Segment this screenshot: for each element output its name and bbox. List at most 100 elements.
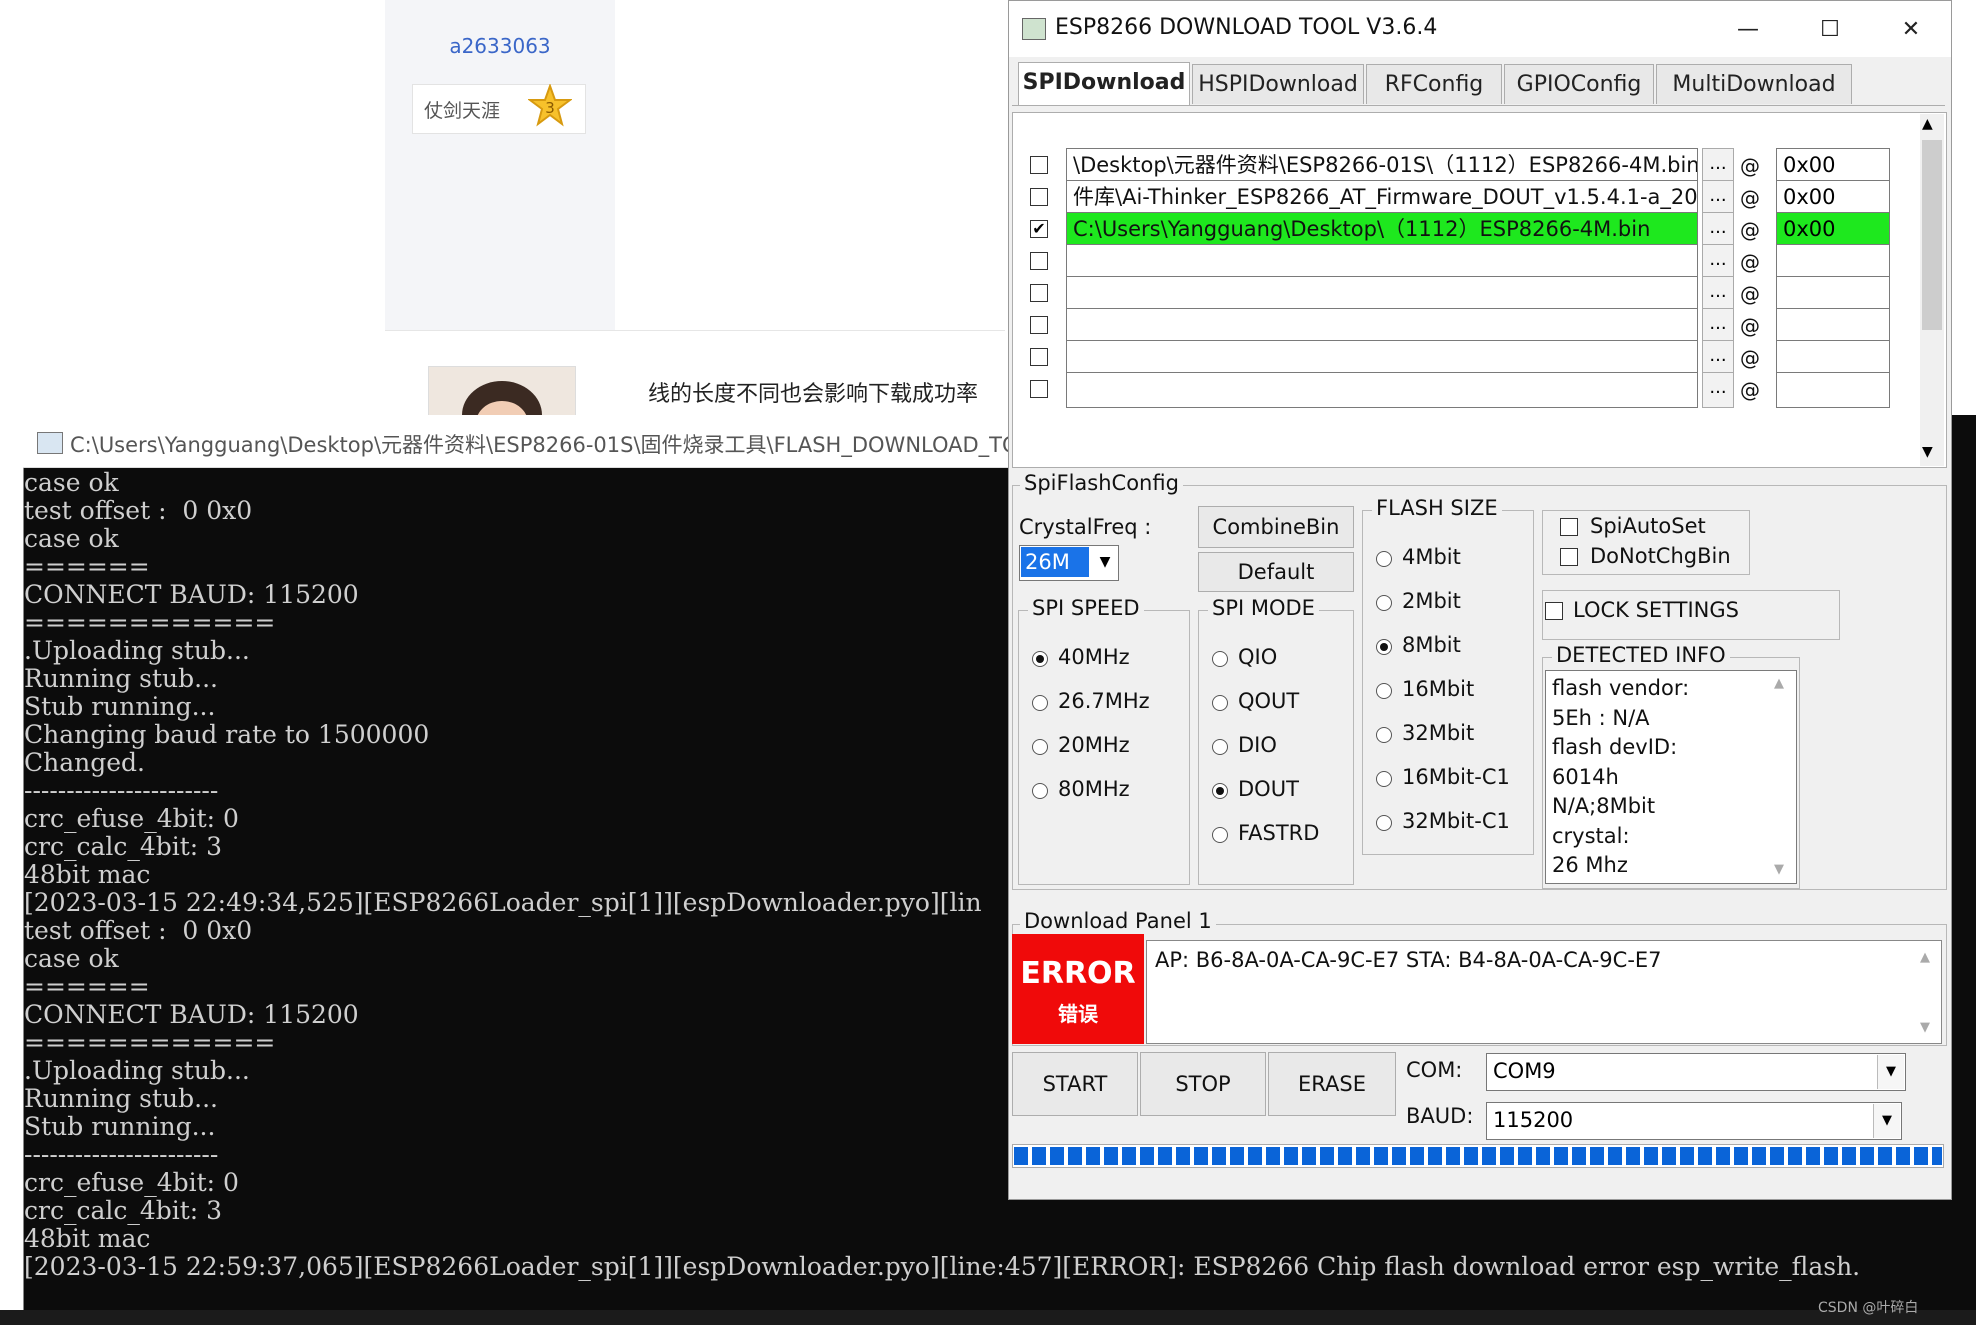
erase-button[interactable]: ERASE [1268,1052,1396,1116]
spi-speed-option-label: 20MHz [1058,733,1130,757]
browse-file-button[interactable]: ... [1702,372,1734,408]
flash-size-option-label: 32Mbit [1402,721,1475,745]
maximize-button[interactable]: ☐ [1805,10,1855,50]
tab-gpioconfig[interactable]: GPIOConfig [1504,64,1654,104]
browse-file-button[interactable]: ... [1702,340,1734,376]
start-button[interactable]: START [1012,1052,1138,1116]
flash-size-radio[interactable] [1376,727,1392,743]
tab-spidownload[interactable]: SPIDownload [1018,62,1190,106]
spi-speed-radio[interactable] [1032,783,1048,799]
file-enable-checkbox[interactable] [1030,316,1048,334]
file-path-input[interactable] [1066,372,1698,408]
scroll-up-icon[interactable]: ▲ [1774,676,1784,691]
scroll-down-icon[interactable]: ▼ [1774,862,1784,877]
tab-rfconfig[interactable]: RFConfig [1366,64,1502,104]
stop-button[interactable]: STOP [1140,1052,1266,1116]
tab-strip-border [1012,105,1945,106]
tab-multidownload[interactable]: MultiDownload [1656,64,1852,104]
minimize-button[interactable]: — [1723,10,1773,50]
flash-size-radio[interactable] [1376,639,1392,655]
post-divider [385,330,1005,331]
at-sign-label: @ [1740,250,1760,274]
spi-speed-option-label: 26.7MHz [1058,689,1150,713]
flash-address-input[interactable] [1776,372,1890,408]
browse-file-button[interactable]: ... [1702,308,1734,344]
file-enable-checkbox[interactable] [1030,252,1048,270]
console-app-icon [37,432,63,454]
browse-file-button[interactable]: ... [1702,212,1734,248]
file-enable-checkbox[interactable] [1030,284,1048,302]
flash-size-radio[interactable] [1376,683,1392,699]
chevron-down-icon[interactable]: ▼ [1877,1055,1904,1089]
file-path-input[interactable]: 件库\Ai-Thinker_ESP8266_AT_Firmware_DOUT_v… [1066,180,1698,216]
file-enable-checkbox[interactable] [1030,188,1048,206]
baud-value: 115200 [1493,1108,1574,1132]
flash-size-radio[interactable] [1376,815,1392,831]
file-path-input[interactable] [1066,276,1698,312]
scroll-up-icon[interactable]: ▲ [1922,116,1933,132]
close-button[interactable]: ✕ [1886,10,1936,50]
browse-file-button[interactable]: ... [1702,244,1734,280]
browse-file-button[interactable]: ... [1702,148,1734,184]
flash-address-input[interactable]: 0x00 [1776,180,1890,216]
at-sign-label: @ [1740,314,1760,338]
spi-mode-radio[interactable] [1212,695,1228,711]
file-enable-checkbox[interactable] [1030,156,1048,174]
flash-address-input[interactable] [1776,244,1890,280]
chevron-down-icon[interactable]: ▼ [1873,1104,1900,1138]
flash-address-input[interactable]: 0x00 [1776,212,1890,248]
at-sign-label: @ [1740,282,1760,306]
scrollbar-thumb[interactable] [1922,140,1942,330]
flash-address-input[interactable] [1776,308,1890,344]
detected-info-label: DETECTED INFO [1552,643,1730,667]
console-line: crc_calc_4bit: 3 [24,1196,223,1225]
flash-size-radio[interactable] [1376,551,1392,567]
com-select[interactable]: COM9 ▼ [1486,1053,1906,1091]
baud-select[interactable]: 115200 ▼ [1486,1102,1902,1140]
detected-info-line: 6014h [1552,764,1619,789]
file-path-input[interactable]: C:\Users\Yangguang\Desktop\（1112）ESP8266… [1066,212,1698,248]
taskbar[interactable] [0,1310,1976,1325]
forum-username-link[interactable]: a2633063 [385,34,615,58]
file-enable-checkbox[interactable] [1030,348,1048,366]
scroll-up-icon[interactable]: ▲ [1920,950,1930,965]
spi-mode-radio[interactable] [1212,739,1228,755]
avatar[interactable] [428,366,576,418]
spi-speed-radio[interactable] [1032,651,1048,667]
flash-address-input[interactable]: 0x00 [1776,148,1890,184]
file-path-input[interactable] [1066,244,1698,280]
detected-info-text: flash vendor: 5Eh : N/A flash devID: 6014h N… [1552,674,1762,881]
detected-info-line: N/A;8Mbit [1552,794,1656,818]
spi-auto-set-checkbox[interactable] [1560,518,1578,536]
browse-file-button[interactable]: ... [1702,180,1734,216]
flash-address-input[interactable] [1776,276,1890,312]
browse-file-button[interactable]: ... [1702,276,1734,312]
spi-mode-radio[interactable] [1212,783,1228,799]
spi-mode-option-label: QOUT [1238,689,1300,713]
spi-mode-radio[interactable] [1212,827,1228,843]
level-number: 3 [545,99,555,117]
flash-size-option-label: 16Mbit [1402,677,1475,701]
user-badge-label: 仗剑天涯 [424,100,501,122]
scroll-down-icon[interactable]: ▼ [1922,444,1933,460]
spi-speed-radio[interactable] [1032,695,1048,711]
file-path-input[interactable] [1066,308,1698,344]
tab-hspidownload[interactable]: HSPIDownload [1192,64,1364,104]
flash-size-radio[interactable] [1376,595,1392,611]
file-path-input[interactable] [1066,340,1698,376]
chevron-down-icon[interactable]: ▼ [1094,547,1116,577]
file-path-input[interactable]: \Desktop\元器件资料\ESP8266-01S\（1112）ESP8266… [1066,148,1698,184]
file-enable-checkbox[interactable]: ✔ [1030,220,1048,238]
flash-address-input[interactable] [1776,340,1890,376]
lock-settings-checkbox[interactable] [1545,602,1563,620]
scroll-down-icon[interactable]: ▼ [1920,1020,1930,1035]
default-button[interactable]: Default [1198,552,1354,592]
flash-size-radio[interactable] [1376,771,1392,787]
flash-size-label: FLASH SIZE [1372,496,1502,520]
combine-bin-button[interactable]: CombineBin [1198,506,1354,548]
do-not-chg-bin-label: DoNotChgBin [1590,544,1731,568]
spi-mode-radio[interactable] [1212,651,1228,667]
spi-speed-radio[interactable] [1032,739,1048,755]
file-enable-checkbox[interactable] [1030,380,1048,398]
do-not-chg-bin-checkbox[interactable] [1560,548,1578,566]
